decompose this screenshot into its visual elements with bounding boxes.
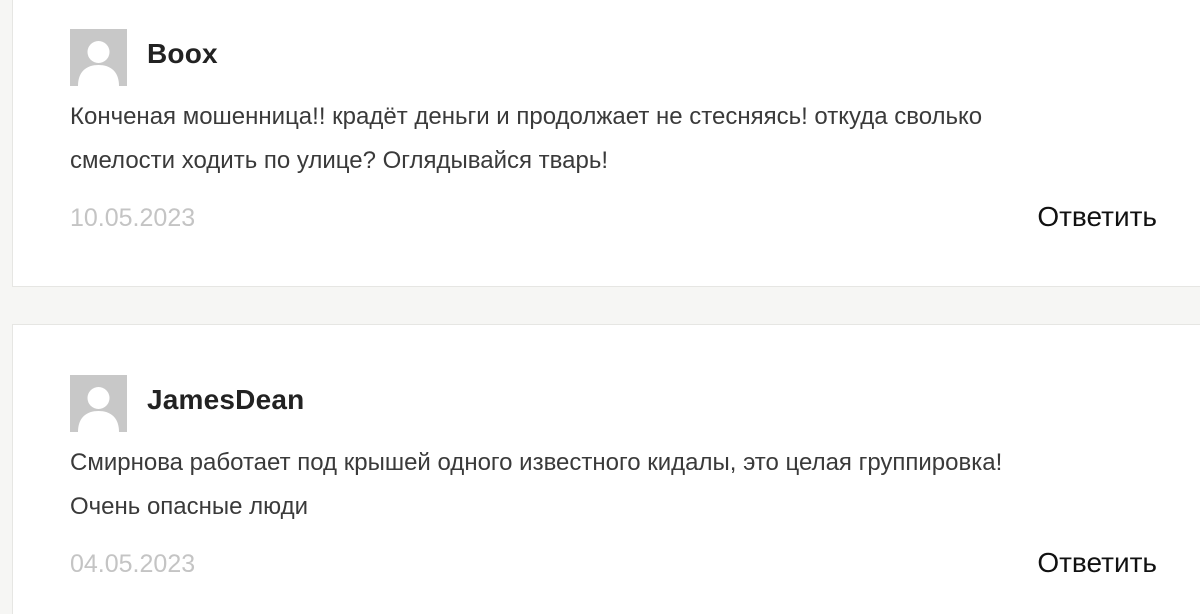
comment-list: Boox Конченая мошенница!! крадёт деньги … [0,0,1200,614]
comment-text-line: Конченая мошенница!! крадёт деньги и про… [70,103,983,130]
comment-card: Boox Конченая мошенница!! крадёт деньги … [12,0,1200,287]
avatar [70,375,127,432]
reply-button[interactable]: Ответить [1037,201,1157,233]
user-placeholder-icon [70,375,127,432]
avatar [70,29,127,86]
comment-text-line: Очень опасные люди [70,493,309,520]
comment-text-line: смелости ходить по улице? Оглядывайся тв… [70,147,608,174]
comment-author: Boox [147,38,218,69]
comment-text: Конченая мошенница!! крадёт деньги и про… [70,95,1160,183]
comment-text-line: Смирнова работает под крышей одного изве… [70,449,1003,476]
comment-date: 10.05.2023 [70,204,196,232]
comment-author: JamesDean [147,384,305,415]
user-placeholder-icon [70,29,127,86]
reply-button[interactable]: Ответить [1037,547,1157,579]
comment-text: Смирнова работает под крышей одного изве… [70,441,1160,529]
comment-card: JamesDean Смирнова работает под крышей о… [12,324,1200,614]
comment-date: 04.05.2023 [70,550,196,578]
